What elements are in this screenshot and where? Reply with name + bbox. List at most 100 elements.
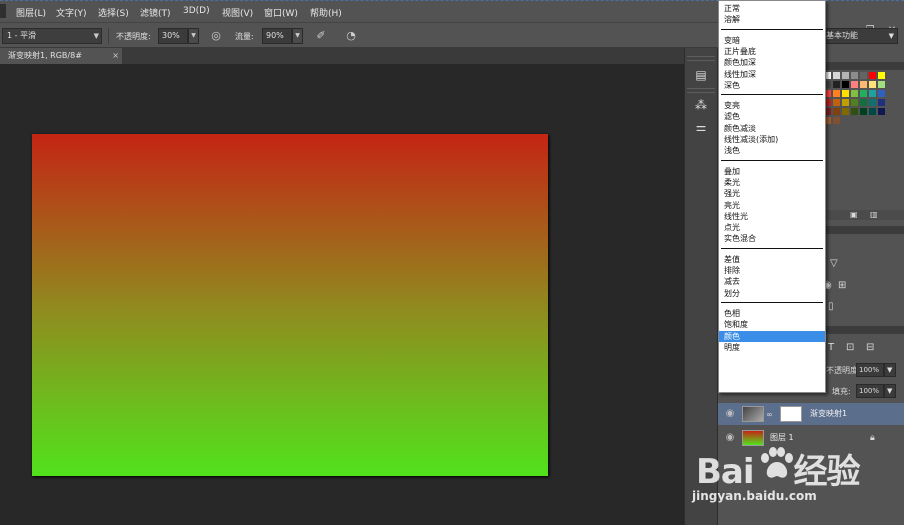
- layer-opacity-field[interactable]: 100%: [856, 363, 884, 377]
- color-swatch[interactable]: [869, 90, 876, 97]
- blend-mode-option[interactable]: 减去: [724, 276, 824, 287]
- canvas-area[interactable]: [0, 64, 684, 525]
- blend-mode-option[interactable]: 明度: [724, 342, 824, 353]
- menu-window[interactable]: 窗口(W): [264, 6, 298, 19]
- menu-3d[interactable]: 3D(D): [183, 6, 210, 16]
- blend-mode-option[interactable]: 正常: [724, 3, 824, 14]
- opacity-stepper[interactable]: ▼: [188, 28, 199, 44]
- color-swatch[interactable]: [878, 99, 885, 106]
- swatches-panel-header[interactable]: [826, 62, 904, 70]
- menu-filter[interactable]: 滤镜(T): [140, 6, 171, 19]
- filter-type-icon[interactable]: T: [828, 342, 834, 354]
- color-swatch[interactable]: [851, 99, 858, 106]
- adjustments-sliders-icon[interactable]: ⚌: [691, 118, 711, 136]
- trash-icon[interactable]: ▥: [870, 209, 878, 221]
- layer-fill-stepper[interactable]: ▼: [884, 384, 896, 398]
- layer-row-gradient-map[interactable]: ◉ ∞ 渐变映射1: [718, 403, 904, 425]
- filter-smart-icon[interactable]: ⊟: [866, 342, 874, 354]
- adjustments-panel-header[interactable]: [826, 226, 904, 234]
- color-swatch[interactable]: [869, 99, 876, 106]
- color-swatch[interactable]: [842, 72, 849, 79]
- layer-name[interactable]: 渐变映射1: [810, 408, 847, 419]
- color-swatch[interactable]: [860, 90, 867, 97]
- blend-mode-option[interactable]: 柔光: [724, 177, 824, 188]
- blend-mode-option[interactable]: 颜色加深: [724, 57, 824, 68]
- blend-mode-option[interactable]: 点光: [724, 222, 824, 233]
- new-swatch-icon[interactable]: ▣: [850, 209, 858, 221]
- blend-mode-dropdown[interactable]: 正常 溶解变暗 正片叠底 颜色加深 线性加深 深色变亮 滤色 颜色减淡 线性减淡(添加) 浅色叠加…: [718, 0, 826, 393]
- swatches-grid[interactable]: [822, 72, 886, 132]
- color-swatch[interactable]: [842, 108, 849, 115]
- color-swatch[interactable]: [851, 72, 858, 79]
- blend-mode-option[interactable]: 差值: [724, 254, 824, 265]
- color-swatch[interactable]: [833, 72, 840, 79]
- blend-mode-option[interactable]: 排除: [724, 265, 824, 276]
- blend-mode-option[interactable]: 亮光: [724, 200, 824, 211]
- panel-grip[interactable]: [687, 56, 715, 61]
- color-swatch[interactable]: [851, 108, 858, 115]
- blend-mode-option[interactable]: 线性光: [724, 211, 824, 222]
- color-swatch[interactable]: [878, 108, 885, 115]
- color-swatch[interactable]: [869, 108, 876, 115]
- link-icon[interactable]: ∞: [766, 409, 773, 421]
- color-swatch[interactable]: [851, 90, 858, 97]
- panel-grip[interactable]: [687, 88, 715, 93]
- blend-mode-option[interactable]: 溶解: [724, 14, 824, 25]
- blend-mode-option[interactable]: 划分: [724, 288, 824, 299]
- blend-mode-option[interactable]: 深色: [724, 80, 824, 91]
- color-swatch[interactable]: [860, 108, 867, 115]
- color-swatch[interactable]: [878, 72, 885, 79]
- blend-mode-option[interactable]: 饱和度: [724, 319, 824, 330]
- blend-mode-option[interactable]: 线性加深: [724, 69, 824, 80]
- blend-mode-option[interactable]: 色相: [724, 308, 824, 319]
- color-swatch[interactable]: [833, 90, 840, 97]
- opacity-field[interactable]: 30%: [158, 28, 188, 44]
- color-swatch[interactable]: [851, 81, 858, 88]
- blend-mode-option[interactable]: 叠加: [724, 166, 824, 177]
- blend-mode-option[interactable]: 滤色: [724, 111, 824, 122]
- color-swatch[interactable]: [860, 81, 867, 88]
- color-swatch[interactable]: [833, 81, 840, 88]
- close-icon[interactable]: ×: [112, 48, 119, 64]
- filter-shape-icon[interactable]: ⊡: [846, 342, 854, 354]
- color-swatch[interactable]: [869, 81, 876, 88]
- pressure-size-icon[interactable]: ◔: [344, 30, 358, 42]
- gradient-adjust-icon[interactable]: ▽: [830, 258, 838, 270]
- color-swatch[interactable]: [869, 72, 876, 79]
- blend-mode-option[interactable]: 浅色: [724, 145, 824, 156]
- color-swatch[interactable]: [878, 81, 885, 88]
- blend-mode-option[interactable]: 颜色减淡: [724, 123, 824, 134]
- blend-mode-option[interactable]: 线性减淡(添加): [724, 134, 824, 145]
- layer-fill-field[interactable]: 100%: [856, 384, 884, 398]
- airbrush-icon[interactable]: ✐: [314, 30, 328, 42]
- flow-field[interactable]: 90%: [262, 28, 292, 44]
- visibility-eye-icon[interactable]: ◉: [724, 408, 736, 420]
- color-swatch[interactable]: [833, 99, 840, 106]
- color-swatch[interactable]: [842, 81, 849, 88]
- color-swatch[interactable]: [833, 108, 840, 115]
- menu-type[interactable]: 文字(Y): [56, 6, 87, 19]
- color-swatch[interactable]: [842, 99, 849, 106]
- menu-help[interactable]: 帮助(H): [310, 6, 342, 19]
- pressure-opacity-icon[interactable]: ◎: [209, 30, 223, 42]
- blend-mode-option[interactable]: 变亮: [724, 100, 824, 111]
- menu-view[interactable]: 视图(V): [222, 6, 253, 19]
- workspace-dropdown[interactable]: 基本功能 ▼: [822, 28, 898, 44]
- color-lookup-icon[interactable]: ⊞: [838, 280, 846, 292]
- flow-stepper[interactable]: ▼: [292, 28, 303, 44]
- color-swatch[interactable]: [878, 90, 885, 97]
- history-icon[interactable]: ▤: [691, 66, 711, 84]
- menu-select[interactable]: 选择(S): [98, 6, 129, 19]
- blend-mode-option[interactable]: 变暗: [724, 35, 824, 46]
- blend-mode-option[interactable]: 实色混合: [724, 233, 824, 244]
- brush-preset-dropdown[interactable]: 1 - 平滑 ▼: [2, 28, 102, 44]
- threshold-icon[interactable]: ▯: [828, 301, 834, 313]
- brush-presets-icon[interactable]: ⁂: [691, 96, 711, 114]
- color-swatch[interactable]: [842, 90, 849, 97]
- color-swatch[interactable]: [860, 72, 867, 79]
- blend-mode-option[interactable]: 强光: [724, 188, 824, 199]
- color-swatch[interactable]: [833, 117, 840, 124]
- color-swatch[interactable]: [860, 99, 867, 106]
- blend-mode-option[interactable]: 正片叠底: [724, 46, 824, 57]
- layer-opacity-stepper[interactable]: ▼: [884, 363, 896, 377]
